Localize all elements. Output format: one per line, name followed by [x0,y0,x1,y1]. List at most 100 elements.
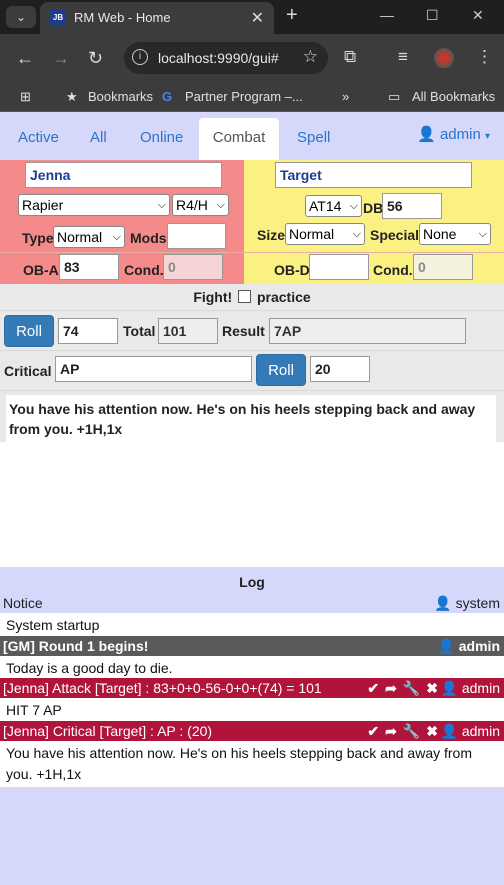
wrench-icon[interactable]: 🔧 [403,723,426,739]
weapon-select[interactable]: Rapier ⌵ [18,194,170,216]
log-entry: [Jenna] Attack [Target] : 83+0+0-56-0+0+… [0,678,504,723]
log-entry-body: You have his attention now. He's on his … [0,741,504,787]
log-entry: [GM] Round 1 begins! 👤 admin Today is a … [0,636,504,681]
log-entry-header: [Jenna] Critical [Target] : AP : (20) ✔➦… [0,721,504,741]
tab-all[interactable]: All [74,118,123,160]
log-entry-header: [GM] Round 1 begins! 👤 admin [0,636,504,656]
log-entry-user-name: admin [458,638,500,654]
extensions-icon[interactable]: ⧉ [344,47,356,67]
special-label: Special [370,227,420,243]
chevron-right-icon[interactable]: » [342,89,349,104]
apps-icon[interactable]: ⊞ [20,89,31,105]
special-select-value: None [423,226,457,242]
armor-select[interactable]: AT14 ⌵ [305,195,362,217]
menu-icon[interactable]: ⋮ [476,47,493,67]
tab-online[interactable]: Online [124,118,199,160]
browser-toolbar: ← → ↻ i localhost:9990/gui# ☆ ⧉ ≡ ⋮ [0,34,504,82]
user-icon: 👤 [434,595,452,611]
practice-checkbox[interactable] [238,290,252,303]
log-entry-user-name: system [455,595,500,611]
critical-roll-input[interactable]: 20 [310,356,370,382]
plus-icon[interactable]: + [286,4,298,27]
user-icon: 👤 [440,680,458,696]
tab-spell[interactable]: Spell [281,118,346,160]
profile-avatar[interactable] [434,48,454,68]
check-icon[interactable]: ✔ [367,723,385,739]
media-icon[interactable]: ≡ [398,47,408,67]
minimize-icon[interactable]: — [380,7,394,23]
user-icon: 👤 [417,126,436,143]
forward-icon[interactable]: ➦ [385,723,403,739]
folder-icon: ▭ [388,89,401,104]
log-entry-body: HIT 7 AP [0,698,504,723]
size-select[interactable]: Normal ⌵ [285,223,365,245]
log-entry-title: [Jenna] Critical [Target] : AP : (20) [3,723,213,739]
user-menu[interactable]: 👤 admin ▾ [417,125,490,143]
reload-icon[interactable]: ↻ [88,48,103,69]
log-entry: [Jenna] Critical [Target] : AP : (20) ✔➦… [0,721,504,787]
info-icon[interactable]: i [132,49,148,65]
cond-a-label: Cond. [124,262,164,278]
weapon-select-value: Rapier [22,197,64,213]
db-input[interactable]: 56 [382,193,442,219]
chevron-down-icon: ⌵ [478,228,487,240]
main-nav: Active All Online Combat Spell 👤 admin ▾ [0,113,504,160]
log-entry-user: 👤 system [434,593,500,613]
maximize-icon[interactable]: ☐ [426,7,439,24]
critical-roll-button[interactable]: Roll [256,354,306,386]
user-icon: 👤 [440,723,458,739]
check-icon[interactable]: ✔ [367,680,385,696]
bookmark-bookmarks[interactable]: Bookmarks [88,89,153,104]
roll-input[interactable]: 74 [58,318,118,344]
bookmark-all[interactable]: All Bookmarks [412,89,495,104]
google-icon: G [162,89,173,104]
db-label: DB [363,200,384,216]
mods-input[interactable] [167,223,226,249]
tab-active[interactable]: Active [2,118,75,160]
log-entry-header: Notice 👤 system [0,593,504,613]
attacker-name-input[interactable]: Jenna [25,162,222,188]
size-select-value: Normal [289,226,335,242]
chevron-down-icon: ⌵ [349,200,358,212]
mods-label: Mods [130,230,167,246]
roll-button[interactable]: Roll [4,315,54,347]
obd-input[interactable] [309,254,369,280]
caret-down-icon: ▾ [484,131,490,142]
log-entry-title: [GM] Round 1 begins! [3,638,149,654]
oba-input[interactable]: 83 [59,254,119,280]
log-entry-actions: ✔➦🔧✖ [367,721,444,741]
browser-tab[interactable]: JB RM Web - Home ✕ [40,2,274,34]
critical-input[interactable]: AP [55,356,252,382]
forward-icon[interactable]: ➦ [385,680,403,696]
special-select[interactable]: None ⌵ [419,223,491,245]
target-name-input[interactable]: Target [275,162,472,188]
type-select[interactable]: Normal ⌵ [53,226,125,248]
size-label: Size [257,227,286,243]
fight-label: Fight! [193,289,233,305]
weapon-mode-select[interactable]: R4/H ⌵ [172,194,229,216]
log-entry-title: [Jenna] Attack [Target] : 83+0+0-56-0+0+… [3,680,322,696]
bookmark-star-icon: ★ [66,89,78,104]
log-entry-body: System startup [0,613,504,638]
critical-row: Critical AP Roll 20 [0,350,504,390]
back-icon[interactable]: ← [16,48,34,69]
close-icon[interactable]: ✕ [251,8,264,28]
browser-tab-title: RM Web - Home [74,10,171,25]
log-entry-user: 👤 admin [437,636,500,656]
window-close-icon[interactable]: ✕ [472,7,484,24]
wrench-icon[interactable]: 🔧 [403,680,426,696]
url-text[interactable]: localhost:9990/gui# [158,50,279,66]
bookmark-partner-program[interactable]: Partner Program –... [185,89,303,104]
combat-grid: Jenna Target Rapier ⌵ R4/H ⌵ AT14 ⌵ DB 56 T… [0,160,504,284]
oba-label: OB-A [23,262,59,278]
favicon-icon: JB [50,10,66,26]
type-select-value: Normal [57,229,103,245]
total-label: Total [123,323,156,339]
address-bar[interactable]: i localhost:9990/gui# ☆ [124,42,328,74]
app-root: Active All Online Combat Spell 👤 admin ▾… [0,113,504,885]
star-icon[interactable]: ☆ [303,47,318,67]
tab-search-button[interactable]: ⌄ [6,6,36,28]
tab-combat[interactable]: Combat [199,118,279,160]
attack-roll-row: Roll 74 Total 101 Result 7AP [0,310,504,350]
forward-icon[interactable]: → [52,48,70,69]
